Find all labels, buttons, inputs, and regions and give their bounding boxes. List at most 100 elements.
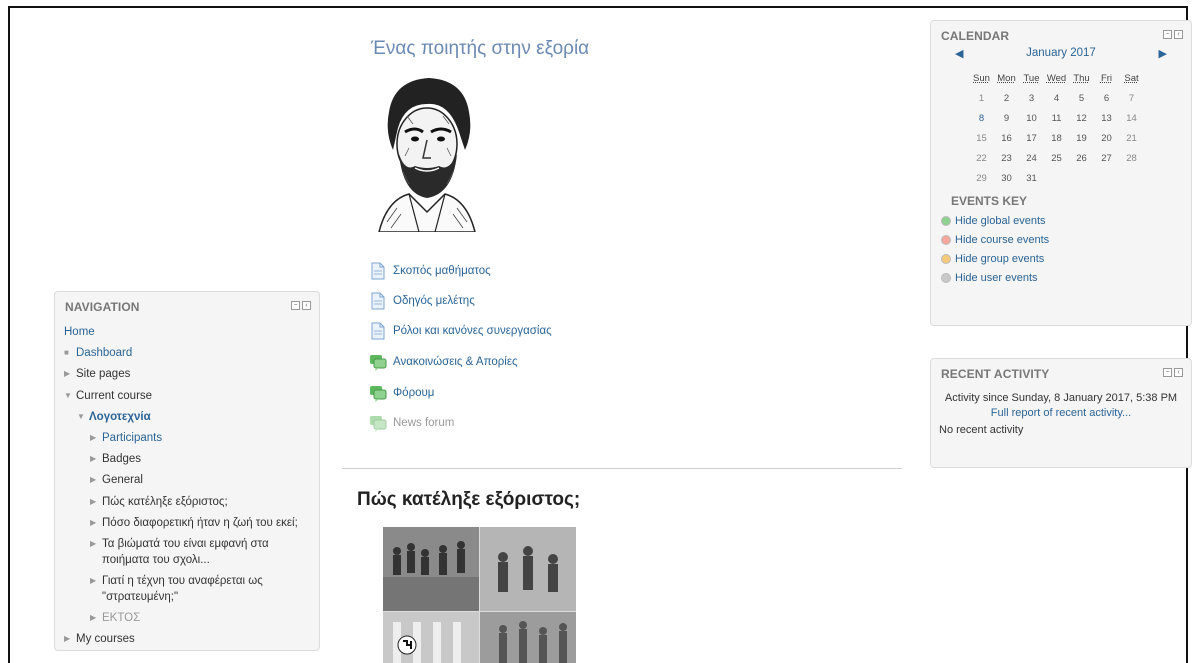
previous-month-icon[interactable]: ◀ [955, 47, 963, 60]
nav-item-label[interactable]: My courses [76, 631, 135, 647]
activity-item[interactable]: Φόρουμ [369, 384, 434, 402]
event-filter-item[interactable]: Hide group events [941, 253, 1191, 265]
nav-item-label[interactable]: General [102, 472, 143, 488]
calendar-weekday: Sun [973, 72, 990, 84]
calendar-day[interactable]: 13 [1094, 108, 1119, 128]
calendar-day[interactable]: 23 [994, 148, 1019, 168]
event-color-icon [941, 235, 951, 245]
calendar-day[interactable]: 20 [1094, 128, 1119, 148]
calendar-day[interactable]: 11 [1044, 108, 1069, 128]
calendar-day[interactable]: 31 [1019, 168, 1044, 188]
collapsed-icon: ▶ [90, 432, 97, 442]
nav-item[interactable]: ▶ Site pages [64, 366, 309, 382]
nav-item[interactable]: ▶ Participants [64, 430, 309, 446]
calendar-day[interactable]: 14 [1119, 108, 1144, 128]
calendar-day[interactable]: 9 [994, 108, 1019, 128]
calendar-day[interactable]: 15 [969, 128, 994, 148]
calendar-month[interactable]: January 2017 [1026, 47, 1096, 59]
full-report-link[interactable]: Full report of recent activity... [939, 406, 1183, 421]
nav-item[interactable]: Home [64, 324, 309, 340]
event-filter-item[interactable]: Hide global events [941, 215, 1191, 227]
calendar-day[interactable]: 8 [969, 108, 994, 128]
calendar-day[interactable]: 3 [1019, 88, 1044, 108]
nav-item[interactable]: ▶ Γιατί η τέχνη του αναφέρεται ως "στρατε… [64, 573, 309, 605]
calendar-day[interactable]: 10 [1019, 108, 1044, 128]
calendar-day[interactable]: 27 [1094, 148, 1119, 168]
event-filter-item[interactable]: Hide user events [941, 272, 1191, 284]
exile-photo-collage [383, 527, 576, 663]
nav-item-label[interactable]: Τα βιώματά του είναι εμφανή στα ποιήματα… [102, 536, 309, 568]
nav-item-label[interactable]: Dashboard [76, 345, 132, 361]
activity-item[interactable]: Σκοπός μαθήματος [369, 262, 491, 280]
nav-item[interactable]: ▶ Badges [64, 451, 309, 467]
dock-icon[interactable]: ‹ [302, 301, 311, 310]
calendar-day [1044, 168, 1069, 188]
calendar-day[interactable]: 25 [1044, 148, 1069, 168]
nav-item[interactable]: ▶ Πώς κατέληξε εξόριστος; [64, 494, 309, 510]
calendar-day[interactable]: 30 [994, 168, 1019, 188]
activity-item[interactable]: Οδηγός μελέτης [369, 292, 475, 310]
nav-item-label[interactable]: ΕΚΤΟΣ [102, 610, 140, 626]
events-key-title: EVENTS KEY [951, 194, 1028, 208]
activity-label[interactable]: News forum [393, 417, 454, 429]
calendar-day[interactable]: 16 [994, 128, 1019, 148]
nav-item-label[interactable]: Home [64, 324, 95, 340]
nav-item[interactable]: ▶ ΕΚΤΟΣ [64, 610, 309, 626]
activity-label[interactable]: Ανακοινώσεις & Απορίες [393, 356, 518, 368]
activity-label[interactable]: Οδηγός μελέτης [393, 295, 475, 307]
calendar-day[interactable]: 12 [1069, 108, 1094, 128]
activity-item[interactable]: News forum [369, 414, 454, 432]
next-month-icon[interactable]: ▶ [1159, 47, 1167, 60]
calendar-day[interactable]: 21 [1119, 128, 1144, 148]
nav-item-label[interactable]: Γιατί η τέχνη του αναφέρεται ως "στρατευ… [102, 573, 309, 605]
calendar-day[interactable]: 29 [969, 168, 994, 188]
calendar-day [1069, 168, 1094, 188]
collapse-icon[interactable]: − [1163, 368, 1172, 377]
section-title: Πώς κατέληξε εξόριστος; [357, 489, 581, 510]
activity-label[interactable]: Φόρουμ [393, 387, 434, 399]
nav-item[interactable]: ▶ General [64, 472, 309, 488]
collapse-icon[interactable]: − [291, 301, 300, 310]
calendar-day[interactable]: 5 [1069, 88, 1094, 108]
activity-label[interactable]: Ρόλοι και κανόνες συνεργασίας [393, 325, 552, 337]
nav-item-label[interactable]: Πόσο διαφορετική ήταν η ζωή του εκεί; [102, 515, 298, 531]
nav-item-label[interactable]: Participants [102, 430, 162, 446]
event-filter-label[interactable]: Hide course events [955, 234, 1049, 246]
event-filter-item[interactable]: Hide course events [941, 234, 1191, 246]
calendar-day[interactable]: 18 [1044, 128, 1069, 148]
nav-item[interactable]: ■ Dashboard [64, 345, 309, 361]
calendar-day[interactable]: 6 [1094, 88, 1119, 108]
calendar-day[interactable]: 4 [1044, 88, 1069, 108]
nav-item-label[interactable]: Current course [76, 388, 152, 404]
navigation-block: NAVIGATION − ‹ Home ■ Dashboard ▶ Site pages… [54, 291, 320, 651]
nav-item-label[interactable]: Badges [102, 451, 141, 467]
calendar-day[interactable]: 22 [969, 148, 994, 168]
nav-item[interactable]: ▼ Current course [64, 388, 309, 404]
nav-item[interactable]: ▶ My courses [64, 631, 309, 647]
nav-item[interactable]: ▼ Λογοτεχνία [64, 409, 309, 425]
calendar-day[interactable]: 26 [1069, 148, 1094, 168]
calendar-day[interactable]: 2 [994, 88, 1019, 108]
dock-icon[interactable]: ‹ [1174, 368, 1183, 377]
event-filter-label[interactable]: Hide user events [955, 272, 1038, 284]
nav-item-label[interactable]: Site pages [76, 366, 130, 382]
nav-item-label[interactable]: Λογοτεχνία [89, 409, 151, 425]
dock-icon[interactable]: ‹ [1174, 30, 1183, 39]
collapse-icon[interactable]: − [1163, 30, 1172, 39]
event-filter-label[interactable]: Hide global events [955, 215, 1046, 227]
activity-item[interactable]: Ανακοινώσεις & Απορίες [369, 353, 518, 371]
nav-item-label[interactable]: Πώς κατέληξε εξόριστος; [102, 494, 228, 510]
block-header: RECENT ACTIVITY − ‹ [931, 359, 1191, 381]
activity-item[interactable]: Ρόλοι και κανόνες συνεργασίας [369, 322, 552, 340]
calendar-day[interactable]: 28 [1119, 148, 1144, 168]
nav-item[interactable]: ▶ Τα βιώματά του είναι εμφανή στα ποιήματ… [64, 536, 309, 568]
calendar-day[interactable]: 1 [969, 88, 994, 108]
calendar-day[interactable]: 19 [1069, 128, 1094, 148]
calendar-day[interactable]: 17 [1019, 128, 1044, 148]
event-filter-label[interactable]: Hide group events [955, 253, 1044, 265]
calendar-day[interactable]: 24 [1019, 148, 1044, 168]
calendar-month-header: ◀ January 2017 ▶ [945, 47, 1177, 65]
nav-item[interactable]: ▶ Πόσο διαφορετική ήταν η ζωή του εκεί; [64, 515, 309, 531]
activity-label[interactable]: Σκοπός μαθήματος [393, 265, 491, 277]
calendar-day[interactable]: 7 [1119, 88, 1144, 108]
